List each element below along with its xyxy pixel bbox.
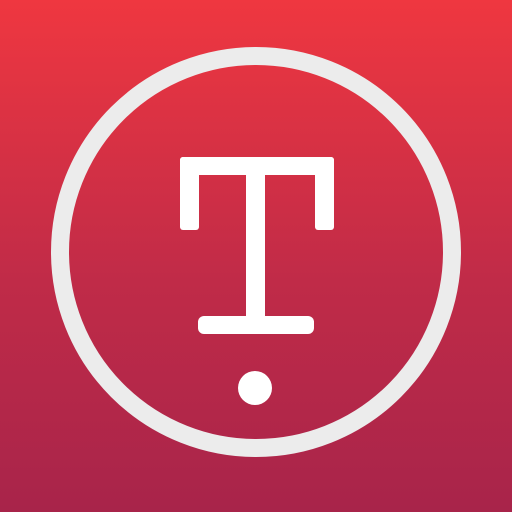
t-base [198,316,314,334]
t-serif-left [180,157,199,230]
logo-svg [51,47,461,457]
t-exclamation-icon [180,157,334,405]
t-serif-right [315,157,334,230]
t-stem [246,160,265,330]
app-icon [0,0,512,512]
exclamation-dot-icon [238,371,272,405]
